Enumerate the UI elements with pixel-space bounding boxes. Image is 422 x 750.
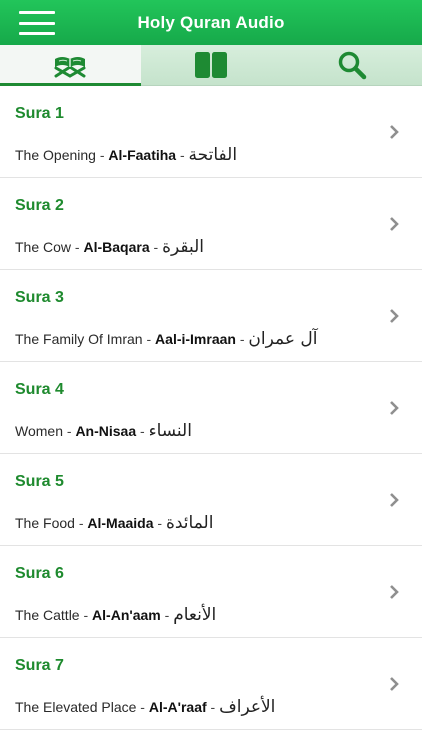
chevron-right-icon [390,401,399,415]
sura-english-name: The Opening [15,147,96,163]
chevron-right-icon [390,677,399,691]
sura-transliteration: Al-Maaida [87,515,154,531]
list-item[interactable]: Sura 2 The Cow - Al-Baqara - البقرة [0,178,422,270]
list-item[interactable]: Sura 5 The Food - Al-Maaida - المائدة [0,454,422,546]
separator: - [235,331,249,347]
list-item[interactable]: Sura 7 The Elevated Place - Al-A'raaf - … [0,638,422,730]
list-item[interactable]: Sura 3 The Family Of Imran - Aal-i-Imraa… [0,270,422,362]
sura-arabic-name: آل عمران [248,329,318,349]
sura-subtitle: Women - An-Nisaa - النساء [15,421,192,443]
sura-subtitle: The Cattle - Al-An'aam - الأنعام [15,605,216,627]
sura-title: Sura 4 [15,381,64,398]
sura-subtitle: The Opening - Al-Faatiha - الفاتحة [15,145,237,167]
sura-english-name: The Elevated Place [15,699,137,715]
sura-title: Sura 5 [15,473,64,490]
sura-title: Sura 3 [15,289,64,306]
sura-transliteration: Al-Faatiha [108,147,177,163]
separator: - [71,239,84,255]
search-icon [338,51,366,80]
list-item[interactable]: Sura 1 The Opening - Al-Faatiha - الفاتح… [0,86,422,178]
sura-arabic-name: الفاتحة [188,145,238,165]
sura-transliteration: Al-A'raaf [148,699,207,715]
tab-suras[interactable] [0,45,141,86]
chevron-right-icon [390,217,399,231]
sura-arabic-name: الأعراف [219,697,276,717]
sura-english-name: The Cow [15,239,72,255]
sura-transliteration: Al-Baqara [83,239,150,255]
separator: - [62,423,76,439]
separator: - [176,147,189,163]
separator: - [206,699,220,715]
separator: - [136,423,149,439]
separator: - [153,515,166,531]
sura-english-name: The Food [15,515,75,531]
app-header: Holy Quran Audio [0,0,422,45]
chevron-right-icon [390,585,399,599]
sura-list[interactable]: Sura 1 The Opening - Al-Faatiha - الفاتح… [0,86,422,750]
separator: - [149,239,163,255]
quran-book-icon [54,57,86,78]
chevron-right-icon [390,125,399,139]
sura-subtitle: The Cow - Al-Baqara - البقرة [15,237,204,259]
tab-reading[interactable] [141,45,282,85]
chevron-right-icon [390,309,399,323]
separator: - [95,147,109,163]
sura-arabic-name: الأنعام [173,605,217,625]
separator: - [74,515,88,531]
sura-english-name: Women [15,423,63,439]
open-book-icon [195,52,227,78]
sura-subtitle: The Food - Al-Maaida - المائدة [15,513,213,535]
sura-transliteration: Al-An'aam [92,607,161,623]
chevron-right-icon [390,493,399,507]
sura-title: Sura 6 [15,565,64,582]
list-item[interactable]: Sura 6 The Cattle - Al-An'aam - الأنعام [0,546,422,638]
sura-english-name: The Family Of Imran [15,331,143,347]
sura-title: Sura 2 [15,197,64,214]
sura-subtitle: The Elevated Place - Al-A'raaf - الأعراف [15,697,275,719]
separator: - [79,607,93,623]
sura-transliteration: An-Nisaa [75,423,137,439]
sura-arabic-name: المائدة [165,513,214,533]
tab-bar [0,45,422,86]
tab-search[interactable] [281,45,422,85]
sura-title: Sura 1 [15,105,64,122]
separator: - [136,699,149,715]
separator: - [142,331,156,347]
sura-subtitle: The Family Of Imran - Aal-i-Imraan - آل … [15,329,317,351]
sura-arabic-name: البقرة [162,237,204,257]
sura-english-name: The Cattle [15,607,80,623]
page-title: Holy Quran Audio [137,12,285,32]
sura-arabic-name: النساء [148,421,192,441]
separator: - [160,607,174,623]
hamburger-menu-icon[interactable] [19,11,55,35]
list-item[interactable]: Sura 4 Women - An-Nisaa - النساء [0,362,422,454]
sura-transliteration: Aal-i-Imraan [155,331,236,347]
sura-title: Sura 7 [15,657,64,674]
